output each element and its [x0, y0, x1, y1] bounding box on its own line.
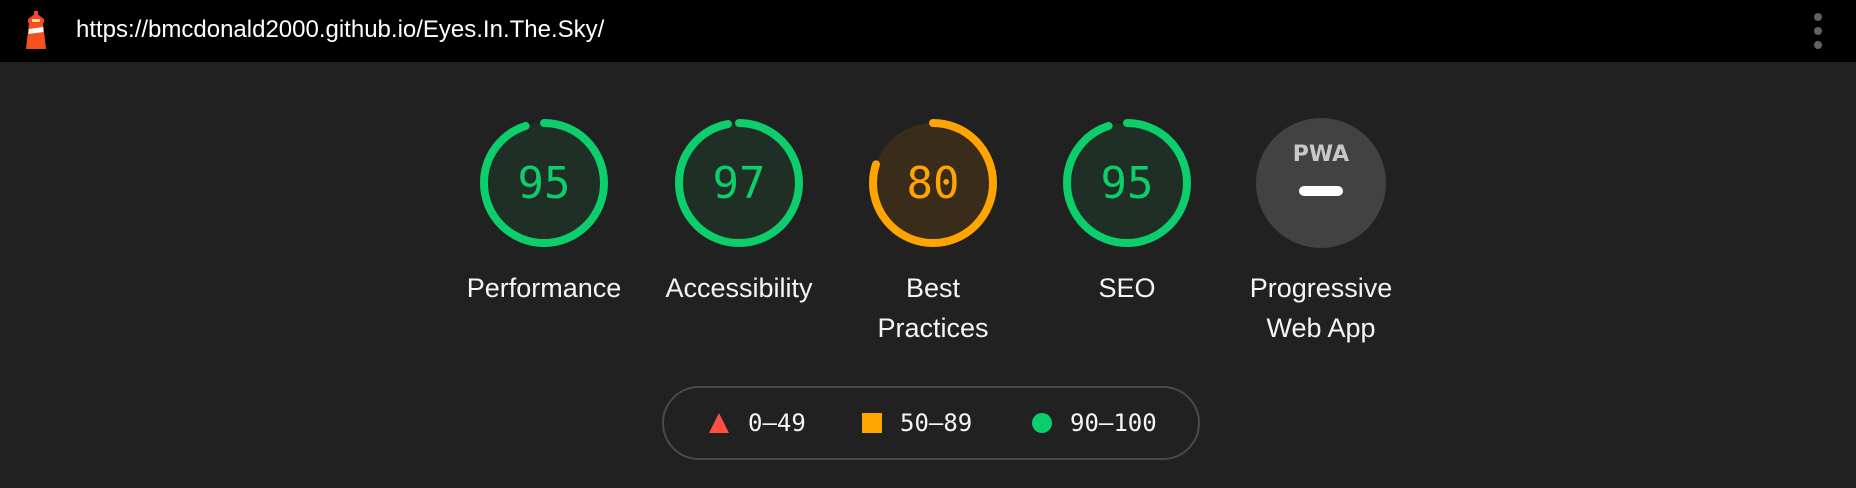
legend-item-average: 50–89: [862, 388, 972, 458]
seo-score: 95: [1101, 158, 1154, 209]
pwa-badge-text: PWA: [1293, 142, 1349, 167]
legend-range: 90–100: [1070, 409, 1157, 437]
gauge-label: Accessibility: [665, 273, 813, 303]
legend-range: 50–89: [900, 409, 973, 437]
legend-item-fail: 0–49: [708, 388, 806, 458]
gauge-label: Best Practices: [838, 268, 1028, 348]
gauge-best-practices[interactable]: 80 Best Practices: [838, 118, 1028, 348]
best-practices-score-ring: 80: [869, 119, 997, 247]
accessibility-score: 97: [713, 158, 766, 209]
gauge-label: SEO: [1098, 273, 1156, 303]
accessibility-score-ring: 97: [675, 119, 803, 247]
seo-score-ring: 95: [1063, 119, 1191, 247]
gauge-label-line: Practices: [877, 313, 989, 343]
legend-range: 0–49: [748, 409, 806, 437]
performance-score-ring: 95: [480, 119, 608, 247]
green-circle-icon: [1032, 413, 1052, 433]
gauge-performance[interactable]: 95 Performance: [449, 118, 639, 308]
pwa-icon: PWA: [1256, 118, 1386, 248]
gauge-seo[interactable]: 95 SEO: [1032, 118, 1222, 308]
gauge-pwa[interactable]: PWA Progressive Web App: [1226, 118, 1416, 348]
best-practices-score: 80: [907, 158, 960, 209]
red-triangle-icon: [709, 413, 729, 433]
orange-square-icon: [862, 413, 882, 433]
gauge-label: Progressive Web App: [1226, 268, 1416, 348]
gauge-label: Performance: [466, 273, 622, 303]
gauge-label-line: Best: [905, 273, 961, 303]
performance-score: 95: [518, 158, 571, 209]
gauge-accessibility[interactable]: 97 Accessibility: [644, 118, 834, 308]
gauge-label-line: Progressive: [1249, 273, 1393, 303]
legend-item-pass: 90–100: [1032, 388, 1157, 458]
score-legend: 0–49 50–89 90–100: [662, 386, 1200, 460]
gauge-label-line: Web App: [1266, 313, 1376, 343]
